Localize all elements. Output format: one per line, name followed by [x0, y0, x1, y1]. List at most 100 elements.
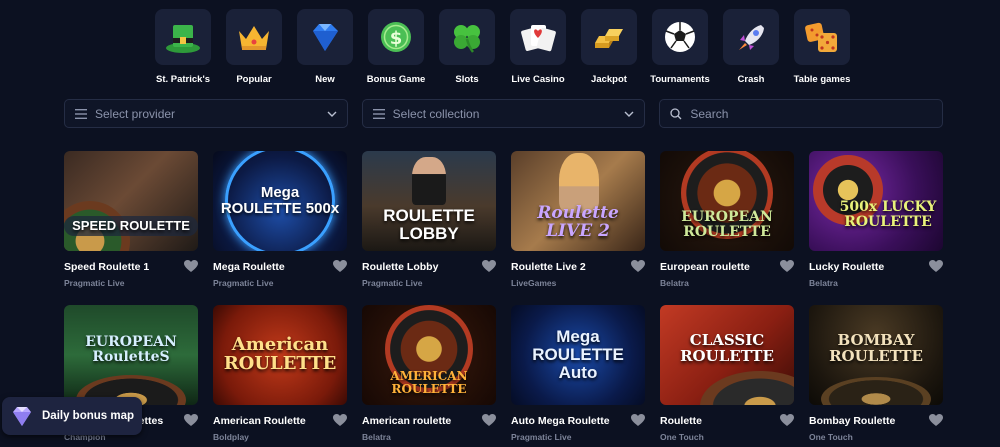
provider-select[interactable]: Select provider: [64, 99, 348, 128]
game-card[interactable]: American ROULETTE American Roulette Bold…: [213, 305, 347, 442]
daily-bonus-map-button[interactable]: Daily bonus map: [2, 397, 142, 435]
heart-icon[interactable]: [184, 260, 198, 273]
category-new[interactable]: New: [297, 9, 353, 85]
game-provider: Belatra: [809, 278, 838, 288]
game-thumbnail[interactable]: EUROPEAN RouletteS: [64, 305, 198, 405]
category-tile: [226, 9, 282, 65]
category-label: St. Patrick's: [155, 74, 210, 85]
thumbnail-title: American ROULETTE: [223, 334, 337, 374]
category-label: Crash: [737, 74, 765, 85]
game-grid: SPEED ROULETTE Speed Roulette 1 Pragmati…: [64, 151, 943, 442]
game-name: Bombay Roulette: [809, 414, 896, 427]
game-provider: Boldplay: [213, 432, 249, 442]
thumbnail-title: CLASSIC ROULETTE: [680, 331, 774, 365]
game-thumbnail[interactable]: Roulette LIVE 2: [511, 151, 645, 251]
category-tile: [439, 9, 495, 65]
list-icon: [372, 108, 385, 119]
heart-icon[interactable]: [631, 260, 645, 273]
collection-select[interactable]: Select collection: [361, 99, 646, 128]
search-input[interactable]: [690, 106, 933, 121]
game-meta: Speed Roulette 1: [64, 260, 198, 273]
game-thumbnail[interactable]: CLASSIC ROULETTE: [660, 305, 794, 405]
heart-icon[interactable]: [333, 414, 347, 427]
category-label: Slots: [455, 74, 479, 85]
daily-bonus-map-label: Daily bonus map: [42, 410, 135, 422]
diamond-icon: [313, 24, 338, 51]
thumbnail-title: Mega ROULETTE Auto: [532, 327, 624, 382]
game-provider: Pragmatic Live: [511, 432, 572, 442]
category-tournaments[interactable]: Tournaments: [650, 9, 710, 85]
category-crash[interactable]: Crash: [723, 9, 779, 85]
game-provider: One Touch: [809, 432, 853, 442]
category-tile: [155, 9, 211, 65]
game-name: Roulette Live 2: [511, 260, 586, 273]
thumbnail-title: Roulette LIVE 2: [537, 203, 619, 241]
game-card[interactable]: Mega ROULETTE 500x Mega Roulette Pragmat…: [213, 151, 347, 288]
game-meta: Roulette: [660, 414, 794, 427]
game-card[interactable]: Mega ROULETTE Auto Auto Mega Roulette Pr…: [511, 305, 645, 442]
category-jackpot[interactable]: Jackpot: [581, 9, 637, 85]
category-label: Popular: [236, 74, 272, 85]
game-card[interactable]: ROULETTE LOBBY Roulette Lobby Pragmatic …: [362, 151, 496, 288]
category-popular[interactable]: Popular: [226, 9, 282, 85]
category-tile: [581, 9, 637, 65]
category-slots[interactable]: Slots: [439, 9, 495, 85]
thumbnail-title: EUROPEAN ROULETTE: [681, 209, 773, 240]
heart-icon[interactable]: [929, 260, 943, 273]
heart-icon[interactable]: [631, 414, 645, 427]
game-thumbnail[interactable]: SPEED ROULETTE: [64, 151, 198, 251]
game-card[interactable]: AMERICAN ROULETTE American roulette Bela…: [362, 305, 496, 442]
heart-icon[interactable]: [780, 260, 794, 273]
game-thumbnail[interactable]: BOMBAY ROULETTE: [809, 305, 943, 405]
category-bonus-game[interactable]: $ Bonus Game: [366, 9, 426, 85]
game-name: American roulette: [362, 414, 452, 427]
game-name: Lucky Roulette: [809, 260, 885, 273]
game-thumbnail[interactable]: AMERICAN ROULETTE: [362, 305, 496, 405]
chevron-down-icon: [624, 111, 634, 117]
thumbnail-title: AMERICAN ROULETTE: [390, 369, 468, 396]
heart-icon[interactable]: [482, 260, 496, 273]
game-thumbnail[interactable]: EUROPEAN ROULETTE: [660, 151, 794, 251]
dollar-coin-icon: $: [381, 22, 411, 52]
game-thumbnail[interactable]: 500x LUCKY ROULETTE: [809, 151, 943, 251]
game-card[interactable]: EUROPEAN ROULETTE European roulette Bela…: [660, 151, 794, 288]
game-provider: Pragmatic Live: [213, 278, 274, 288]
svg-text:$: $: [390, 28, 403, 49]
provider-select-label: Select provider: [95, 106, 176, 121]
game-provider: LiveGames: [511, 278, 557, 288]
category-tile: [297, 9, 353, 65]
category-table-games[interactable]: Table games: [794, 9, 850, 85]
category-label: Tournaments: [650, 74, 710, 85]
game-card[interactable]: SPEED ROULETTE Speed Roulette 1 Pragmati…: [64, 151, 198, 288]
game-thumbnail[interactable]: Mega ROULETTE Auto: [511, 305, 645, 405]
game-card[interactable]: BOMBAY ROULETTE Bombay Roulette One Touc…: [809, 305, 943, 442]
thumbnail-title: SPEED ROULETTE: [64, 216, 198, 236]
category-live-casino[interactable]: Live Casino: [510, 9, 566, 85]
game-thumbnail[interactable]: American ROULETTE: [213, 305, 347, 405]
game-thumbnail[interactable]: Mega ROULETTE 500x: [213, 151, 347, 251]
category-tile: [652, 9, 708, 65]
game-meta: American roulette: [362, 414, 496, 427]
category-label: Bonus Game: [366, 74, 426, 85]
game-card[interactable]: CLASSIC ROULETTE Roulette One Touch: [660, 305, 794, 442]
heart-icon[interactable]: [780, 414, 794, 427]
thumbnail-title: Mega ROULETTE 500x: [220, 184, 340, 217]
soccer-ball-icon: [665, 22, 695, 52]
heart-icon[interactable]: [333, 260, 347, 273]
search-box[interactable]: [659, 99, 944, 128]
heart-icon[interactable]: [184, 414, 198, 427]
heart-icon[interactable]: [929, 414, 943, 427]
game-card[interactable]: 500x LUCKY ROULETTE Lucky Roulette Belat…: [809, 151, 943, 288]
heart-icon[interactable]: [482, 414, 496, 427]
game-card[interactable]: Roulette LIVE 2 Roulette Live 2 LiveGame…: [511, 151, 645, 288]
filter-bar: Select provider Select collection: [64, 99, 944, 128]
category-st-patricks[interactable]: St. Patrick's: [155, 9, 211, 85]
game-provider: One Touch: [660, 432, 704, 442]
category-tile: [510, 9, 566, 65]
game-thumbnail[interactable]: ROULETTE LOBBY: [362, 151, 496, 251]
game-name: Speed Roulette 1: [64, 260, 150, 273]
game-meta: Bombay Roulette: [809, 414, 943, 427]
thumbnail-title: EUROPEAN RouletteS: [85, 334, 177, 365]
game-name: Roulette Lobby: [362, 260, 439, 273]
playing-cards-icon: [521, 25, 556, 52]
